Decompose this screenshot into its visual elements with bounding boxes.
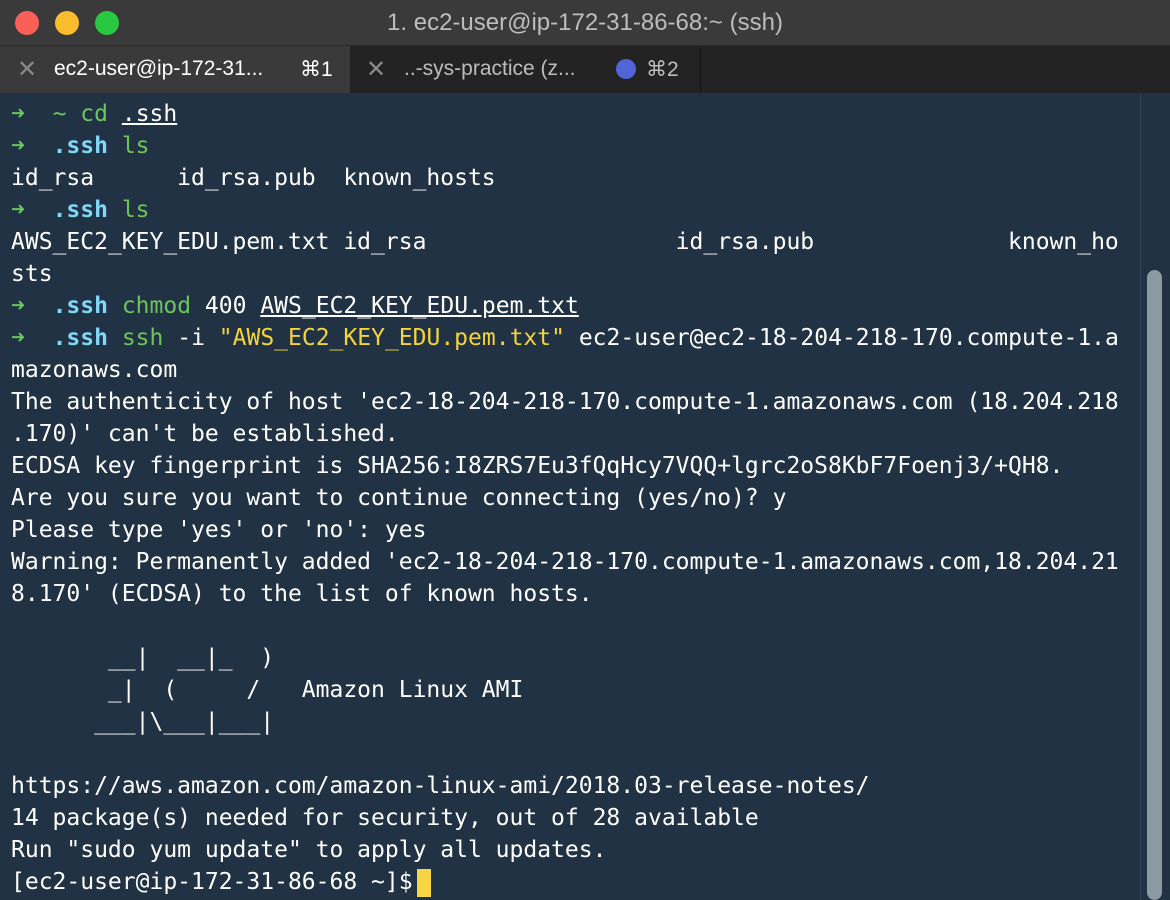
tab-label: ec2-user@ip-172-31... <box>54 57 264 80</box>
tab-shortcut: ⌘1 <box>300 58 333 81</box>
terminal-output[interactable]: ➜ ~ cd .ssh ➜ .ssh ls id_rsa id_rsa.pub … <box>0 93 1170 900</box>
output-line: https://aws.amazon.com/amazon-linux-ami/… <box>11 773 870 799</box>
output-line: 8.170' (ECDSA) to the list of known host… <box>11 581 593 607</box>
output-line: sts <box>11 261 53 287</box>
prompt-line: ➜ .ssh chmod 400 AWS_EC2_KEY_EDU.pem.txt <box>11 290 579 322</box>
prompt-dir: .ssh <box>52 133 108 159</box>
ascii-art-line: _| ( / Amazon Linux AMI <box>11 677 524 703</box>
tab-ec2-user[interactable]: ✕ ec2-user@ip-172-31... ⌘1 <box>0 46 350 93</box>
prompt-dir: .ssh <box>52 325 108 351</box>
shell-prompt: [ec2-user@ip-172-31-86-68 ~]$ <box>11 869 413 895</box>
command: ls <box>121 133 150 159</box>
output-line: id_rsa id_rsa.pub known_hosts <box>11 165 496 191</box>
output-line: 14 package(s) needed for security, out o… <box>11 805 759 831</box>
command: chmod <box>121 293 192 319</box>
prompt-arrow-icon: ➜ <box>11 325 25 351</box>
output-line: AWS_EC2_KEY_EDU.pem.txt id_rsa id_rsa.pu… <box>11 229 1119 255</box>
output-line: ECDSA key fingerprint is SHA256:I8ZRS7Eu… <box>11 453 1064 479</box>
ascii-art-line: ___|\___|___| <box>11 709 275 735</box>
prompt-line: ➜ ~ cd .ssh <box>11 98 177 130</box>
title-bar: 1. ec2-user@ip-172-31-86-68:~ (ssh) <box>0 0 1170 46</box>
close-icon[interactable]: ✕ <box>366 55 386 84</box>
command: ssh <box>121 325 164 351</box>
output-line: mazonaws.com <box>11 357 178 383</box>
close-icon[interactable]: ✕ <box>17 55 37 84</box>
command-number: 400 <box>204 293 247 319</box>
command: cd <box>80 101 108 127</box>
cursor <box>416 868 431 897</box>
prompt-arrow-icon: ➜ <box>11 197 25 223</box>
tab-bar: ✕ ec2-user@ip-172-31... ⌘1 ✕ ..-sys-prac… <box>0 46 1170 93</box>
tab-sys-practice[interactable]: ✕ ..-sys-practice (z... ⌘2 <box>352 46 701 93</box>
prompt-arrow-icon: ➜ <box>11 133 25 159</box>
tab-label: ..-sys-practice (z... <box>404 57 576 80</box>
output-line: Run "sudo yum update" to apply all updat… <box>11 837 607 863</box>
scrollbar-thumb[interactable] <box>1147 270 1162 900</box>
prompt-line: ➜ .ssh ssh -i "AWS_EC2_KEY_EDU.pem.txt" … <box>11 322 1119 354</box>
shell-prompt-line: [ec2-user@ip-172-31-86-68 ~]$ <box>11 866 431 898</box>
prompt-dir: ~ <box>52 101 67 127</box>
command-host: ec2-user@ec2-18-204-218-170.compute-1.a <box>578 325 1119 351</box>
command-arg: AWS_EC2_KEY_EDU.pem.txt <box>260 293 579 319</box>
prompt-dir: .ssh <box>52 197 108 223</box>
terminal-window: 1. ec2-user@ip-172-31-86-68:~ (ssh) ✕ ec… <box>0 0 1170 900</box>
output-line: Warning: Permanently added 'ec2-18-204-2… <box>11 549 1119 575</box>
command-arg: "AWS_EC2_KEY_EDU.pem.txt" <box>218 325 565 351</box>
blue-dot-icon <box>616 59 636 79</box>
tab-shortcut: ⌘2 <box>646 58 679 81</box>
ascii-art-line: __| __|_ ) <box>11 645 275 671</box>
output-line: Please type 'yes' or 'no': yes <box>11 517 427 543</box>
prompt-dir: .ssh <box>52 293 108 319</box>
prompt-line: ➜ .ssh ls <box>11 194 150 226</box>
output-line: .170)' can't be established. <box>11 421 399 447</box>
command-arg: .ssh <box>121 101 178 127</box>
output-line: Are you sure you want to continue connec… <box>11 485 787 511</box>
prompt-arrow-icon: ➜ <box>11 101 25 127</box>
window-title: 1. ec2-user@ip-172-31-86-68:~ (ssh) <box>387 9 783 36</box>
command-flag: -i <box>177 325 205 351</box>
prompt-arrow-icon: ➜ <box>11 293 25 319</box>
command: ls <box>121 197 150 223</box>
output-line: The authenticity of host 'ec2-18-204-218… <box>11 389 1119 415</box>
prompt-line: ➜ .ssh ls <box>11 130 150 162</box>
